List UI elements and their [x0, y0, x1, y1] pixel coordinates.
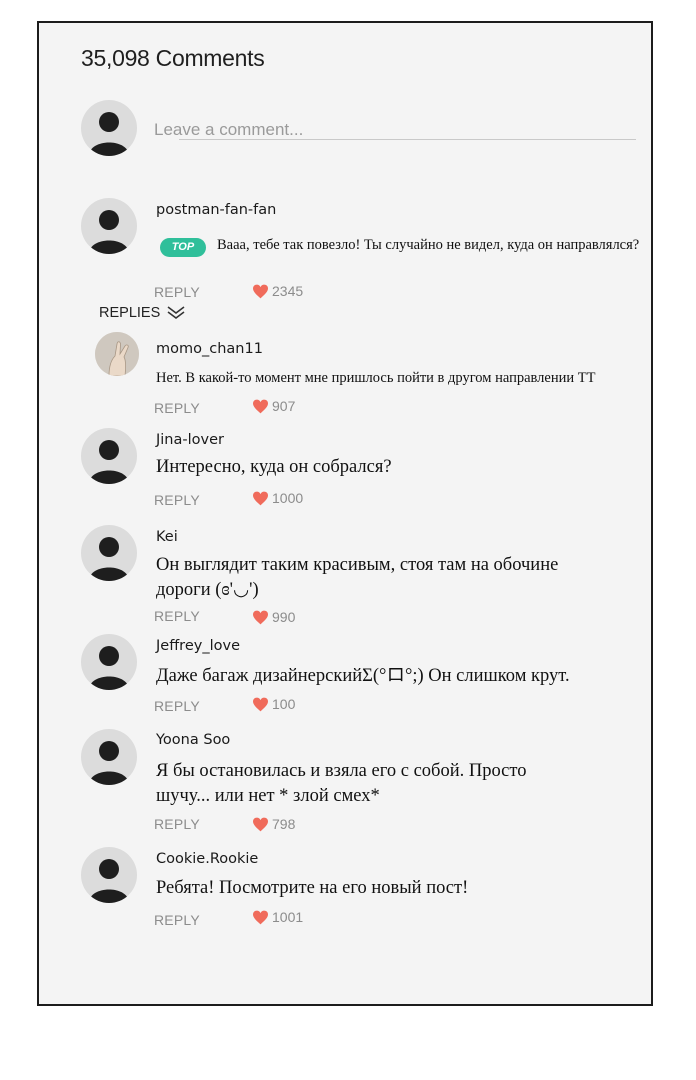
- user-silhouette-icon: [89, 859, 129, 903]
- like-button[interactable]: 1000: [252, 490, 303, 506]
- like-count: 1001: [272, 909, 304, 925]
- like-count: 798: [272, 816, 296, 832]
- heart-icon: [253, 284, 268, 298]
- user-silhouette-icon: [89, 112, 129, 156]
- heart-icon: [253, 697, 268, 711]
- like-button[interactable]: 990: [252, 609, 295, 625]
- top-badge: TOP: [160, 238, 206, 257]
- like-count: 100: [272, 696, 296, 712]
- comment-username[interactable]: Kei: [156, 529, 178, 545]
- avatar: [81, 634, 137, 690]
- comment-text: Ребята! Посмотрите на его новый пост!: [156, 878, 469, 898]
- current-user-avatar: [81, 100, 137, 156]
- comment-username[interactable]: postman-fan-fan: [156, 202, 276, 218]
- avatar: [81, 525, 137, 581]
- heart-icon: [253, 910, 268, 924]
- like-count: 990: [272, 609, 296, 625]
- comment-text: Нет. В какой-то момент мне пришлось пойт…: [156, 370, 596, 386]
- like-button[interactable]: 798: [252, 816, 295, 832]
- heart-icon: [253, 610, 268, 624]
- like-button[interactable]: 907: [252, 398, 295, 414]
- comment-text: Вааа, тебе так повезло! Ты случайно не в…: [217, 237, 640, 253]
- double-chevron-down-icon: [167, 306, 185, 319]
- like-count: 907: [272, 398, 296, 414]
- reply-button[interactable]: REPLY: [154, 816, 200, 832]
- comment-username[interactable]: Cookie.Rookie: [156, 851, 258, 867]
- like-button[interactable]: 100: [252, 696, 295, 712]
- comment-username[interactable]: Jeffrey_love: [156, 638, 240, 654]
- heart-icon: [253, 817, 268, 831]
- heart-icon: [253, 399, 268, 413]
- user-silhouette-icon: [89, 440, 129, 484]
- comment-text-line-1: Я бы остановилась и взяла его с собой. П…: [156, 761, 527, 781]
- comment-text: Интересно, куда он собрался?: [156, 457, 392, 477]
- like-count: 1000: [272, 490, 304, 506]
- reply-button[interactable]: REPLY: [154, 284, 200, 300]
- reply-button[interactable]: REPLY: [154, 492, 200, 508]
- avatar: [81, 198, 137, 254]
- avatar: [81, 428, 137, 484]
- heart-icon: [253, 491, 268, 505]
- comment-text: Даже багаж дизайнерскийΣ(°ロ°;) Он слишко…: [156, 666, 570, 686]
- replies-label: REPLIES: [99, 305, 161, 321]
- comment-username[interactable]: momo_chan11: [156, 341, 263, 357]
- like-count: 2345: [272, 283, 304, 299]
- comment-text-line-2: шучу... или нет * злой смех*: [156, 786, 380, 806]
- comment-input-underline: [179, 139, 636, 140]
- comments-panel: 35,098 Comments postman-fan-fan TOP Вааа…: [37, 21, 653, 1006]
- reply-button[interactable]: REPLY: [154, 400, 200, 416]
- avatar: [81, 847, 137, 903]
- avatar: [81, 729, 137, 785]
- comment-username[interactable]: Jina-lover: [156, 432, 224, 448]
- like-button[interactable]: 2345: [252, 283, 303, 299]
- reply-button[interactable]: REPLY: [154, 912, 200, 928]
- user-silhouette-icon: [89, 646, 129, 690]
- comment-username[interactable]: Yoona Soo: [156, 732, 230, 748]
- comments-count-title: 35,098 Comments: [81, 45, 265, 71]
- like-button[interactable]: 1001: [252, 909, 303, 925]
- comment-text-line-1: Он выглядит таким красивым, стоя там на …: [156, 555, 559, 575]
- comment-text-line-2: дороги (ɞ'◡'): [156, 580, 259, 600]
- user-silhouette-icon: [89, 210, 129, 254]
- reply-button[interactable]: REPLY: [154, 608, 200, 624]
- avatar: [95, 332, 139, 376]
- replies-toggle[interactable]: REPLIES: [99, 305, 186, 321]
- hand-heart-photo-icon: [95, 332, 139, 376]
- user-silhouette-icon: [89, 741, 129, 785]
- reply-button[interactable]: REPLY: [154, 698, 200, 714]
- user-silhouette-icon: [89, 537, 129, 581]
